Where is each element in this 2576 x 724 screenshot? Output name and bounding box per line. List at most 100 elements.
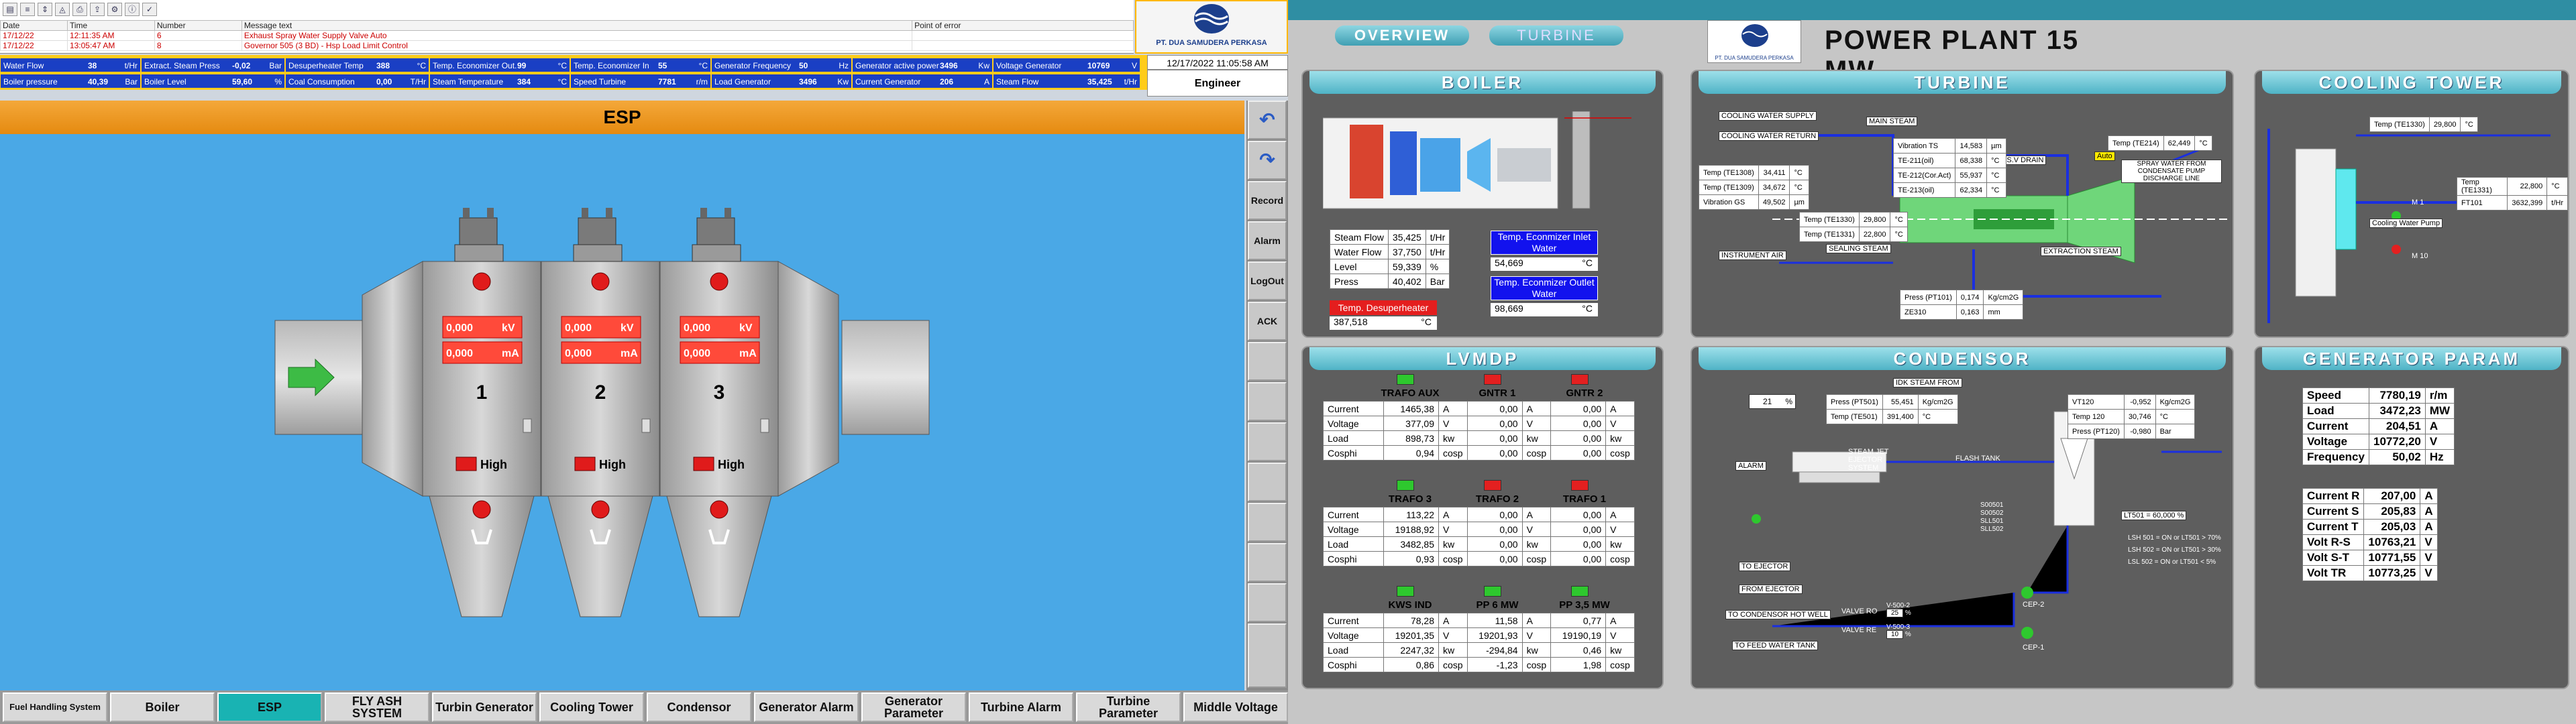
table-row: Temp (TE1331) 22,800 °C bbox=[1799, 227, 1908, 242]
table-row: Voltage 19201,35 V 19201,93 V 19190,19 V bbox=[1323, 627, 1635, 643]
table-cell: Press (PT501) bbox=[1826, 394, 1883, 410]
status-value: 35,425 bbox=[1087, 77, 1112, 86]
esp-diagram: 0,000 kV 0,000 mA 1 High 0,000 kV 0,000 mA 2 High 0,… bbox=[0, 134, 1244, 690]
alarm-column-header[interactable]: Number bbox=[154, 20, 242, 31]
tab-turbine[interactable]: TURBINE bbox=[1489, 25, 1623, 46]
alarm-column-header[interactable]: Time bbox=[66, 20, 155, 31]
table-cell: Current bbox=[1323, 613, 1384, 628]
status-unit: T/Hr bbox=[410, 77, 426, 86]
datetime-display: 12/17/2022 11:05:58 AM bbox=[1147, 55, 1288, 70]
from-ejector-tag: FROM EJECTOR bbox=[1739, 585, 1803, 594]
record-button[interactable]: Record bbox=[1248, 181, 1287, 220]
nav-boiler[interactable]: Boiler bbox=[110, 692, 215, 722]
table-cell: 0,00 bbox=[1550, 536, 1607, 552]
undo-icon[interactable]: ↶ bbox=[1248, 101, 1287, 139]
status-unit: °C bbox=[417, 61, 426, 70]
table-cell: Current bbox=[2302, 418, 2369, 434]
nav-turbin-generator[interactable]: Turbin Generator bbox=[432, 692, 537, 722]
alarm-row[interactable]: 17/12/22 13:05:47 AM 8 Governor 505 (3 BD) … bbox=[0, 40, 1134, 51]
side-blank-button[interactable] bbox=[1248, 623, 1287, 688]
table-row: Current 78,28 A 11,58 A 0,77 A bbox=[1323, 613, 1635, 628]
lvmdp-table: Current 78,28 A 11,58 A 0,77 A Voltage 19201,35 V… bbox=[1323, 613, 1635, 672]
table-cell: TE-213(oil) bbox=[1892, 182, 1956, 198]
side-blank-button[interactable] bbox=[1248, 382, 1287, 421]
breaker-status-lamp bbox=[1571, 480, 1589, 491]
alarm-row[interactable]: 17/12/22 12:11:35 AM 6 Exhaust Spray Water … bbox=[0, 30, 1134, 41]
tab-overview[interactable]: OVERVIEW bbox=[1335, 25, 1469, 46]
valve-ro-label: VALVE RO bbox=[1841, 607, 1878, 615]
side-blank-button[interactable] bbox=[1248, 543, 1287, 582]
settings-icon[interactable]: ⚙ bbox=[107, 3, 122, 16]
status-cell: Speed Turbine 7781 r/m bbox=[570, 74, 711, 88]
panel-title: CONDENSOR bbox=[1699, 347, 2226, 370]
alarm-column-header[interactable]: Point of error bbox=[912, 20, 1134, 31]
status-cell: Generator active power 3496 Kw bbox=[852, 58, 993, 72]
table-cell: A bbox=[1438, 613, 1468, 628]
table-cell: cosp bbox=[1521, 445, 1552, 461]
status-label: Temp. Economizer In bbox=[574, 61, 649, 70]
status-value: 206 bbox=[940, 77, 954, 86]
company-logo-small: PT. DUA SAMUDERA PERKASA bbox=[1707, 20, 1801, 63]
status-unit: A bbox=[983, 77, 989, 86]
nav-condensor[interactable]: Condensor bbox=[647, 692, 751, 722]
table-cell: A bbox=[1521, 401, 1552, 416]
table-row: Vibration GS 49,502 µm bbox=[1699, 194, 1809, 210]
table-cell: 37,750 bbox=[1387, 244, 1426, 259]
table-cell: 10763,21 bbox=[2363, 534, 2421, 550]
alarm-cell: 8 bbox=[154, 40, 242, 51]
table-cell: 3632,399 bbox=[2507, 195, 2548, 210]
table-cell: A bbox=[1521, 613, 1552, 628]
table-cell: Current S bbox=[2302, 503, 2365, 520]
nav-fuel-handling-system[interactable]: Fuel Handling System bbox=[3, 692, 107, 722]
nav-middle-voltage[interactable]: Middle Voltage bbox=[1183, 692, 1288, 722]
side-blank-button[interactable] bbox=[1248, 342, 1287, 381]
table-cell: Current bbox=[1323, 507, 1384, 522]
nav-generator-parameter[interactable]: Generator Parameter bbox=[861, 692, 966, 722]
breaker-status-lamp bbox=[1397, 374, 1414, 385]
cw-supply-tag: COOLING WATER SUPPLY bbox=[1719, 111, 1817, 121]
table-cell: Vibration TS bbox=[1892, 138, 1956, 154]
table-cell: 19201,35 bbox=[1383, 627, 1439, 643]
list-icon[interactable]: ≡ bbox=[20, 3, 35, 16]
nav-cooling-tower[interactable]: Cooling Tower bbox=[539, 692, 644, 722]
table-cell: Current bbox=[1323, 401, 1384, 416]
high-level-label: High bbox=[599, 458, 626, 471]
check-icon[interactable]: ✓ bbox=[142, 3, 157, 16]
table-cell: Voltage bbox=[2302, 434, 2369, 450]
export-icon[interactable]: ⇪ bbox=[90, 3, 105, 16]
side-blank-button[interactable] bbox=[1248, 503, 1287, 542]
side-blank-button[interactable] bbox=[1248, 463, 1287, 501]
side-blank-button[interactable] bbox=[1248, 583, 1287, 622]
table-cell: 50,02 bbox=[2368, 449, 2426, 465]
nav-turbine-parameter[interactable]: Turbine Parameter bbox=[1076, 692, 1181, 722]
ack-button[interactable]: ACK bbox=[1248, 302, 1287, 341]
table-cell: 205,83 bbox=[2363, 503, 2421, 520]
filter-icon[interactable]: ◬ bbox=[55, 3, 70, 16]
to-feed-water-tag: TO FEED WATER TANK bbox=[1732, 641, 1819, 650]
nav-turbine-alarm[interactable]: Turbine Alarm bbox=[969, 692, 1073, 722]
logout-button[interactable]: LogOut bbox=[1248, 261, 1287, 300]
table-cell: kw bbox=[1438, 642, 1468, 658]
table-cell: Kg/cm2G bbox=[2155, 394, 2196, 410]
alarm-button[interactable]: Alarm bbox=[1248, 221, 1287, 260]
nav-esp[interactable]: ESP bbox=[217, 692, 322, 722]
document-icon[interactable]: ▤ bbox=[3, 3, 17, 16]
nav-fly-ash-system[interactable]: FLY ASH SYSTEM bbox=[325, 692, 429, 722]
hopper-lamp bbox=[472, 500, 491, 519]
nav-generator-alarm[interactable]: Generator Alarm bbox=[754, 692, 859, 722]
print-icon[interactable]: ⎙ bbox=[72, 3, 87, 16]
valve-2[interactable]: V-500-3 10 % bbox=[1886, 623, 1911, 639]
table-row: Current T 205,03 A bbox=[2302, 519, 2438, 535]
info-icon[interactable]: ⓘ bbox=[125, 3, 140, 16]
table-row: Water Flow 37,750 t/Hr bbox=[1330, 244, 1450, 259]
table-cell: t/Hr bbox=[1425, 229, 1450, 245]
alarm-column-header[interactable]: Date bbox=[0, 20, 68, 31]
side-blank-button[interactable] bbox=[1248, 422, 1287, 461]
up-down-icon[interactable]: ⇕ bbox=[38, 3, 52, 16]
page-title: POWER PLANT 15 MW bbox=[1825, 25, 2080, 85]
table-cell: Temp 120 bbox=[2068, 409, 2125, 424]
status-value: 99 bbox=[517, 61, 527, 70]
valve-1[interactable]: V-500-2 25 % bbox=[1886, 602, 1911, 617]
alarm-column-header[interactable]: Message text bbox=[241, 20, 913, 31]
redo-icon[interactable]: ↷ bbox=[1248, 141, 1287, 180]
